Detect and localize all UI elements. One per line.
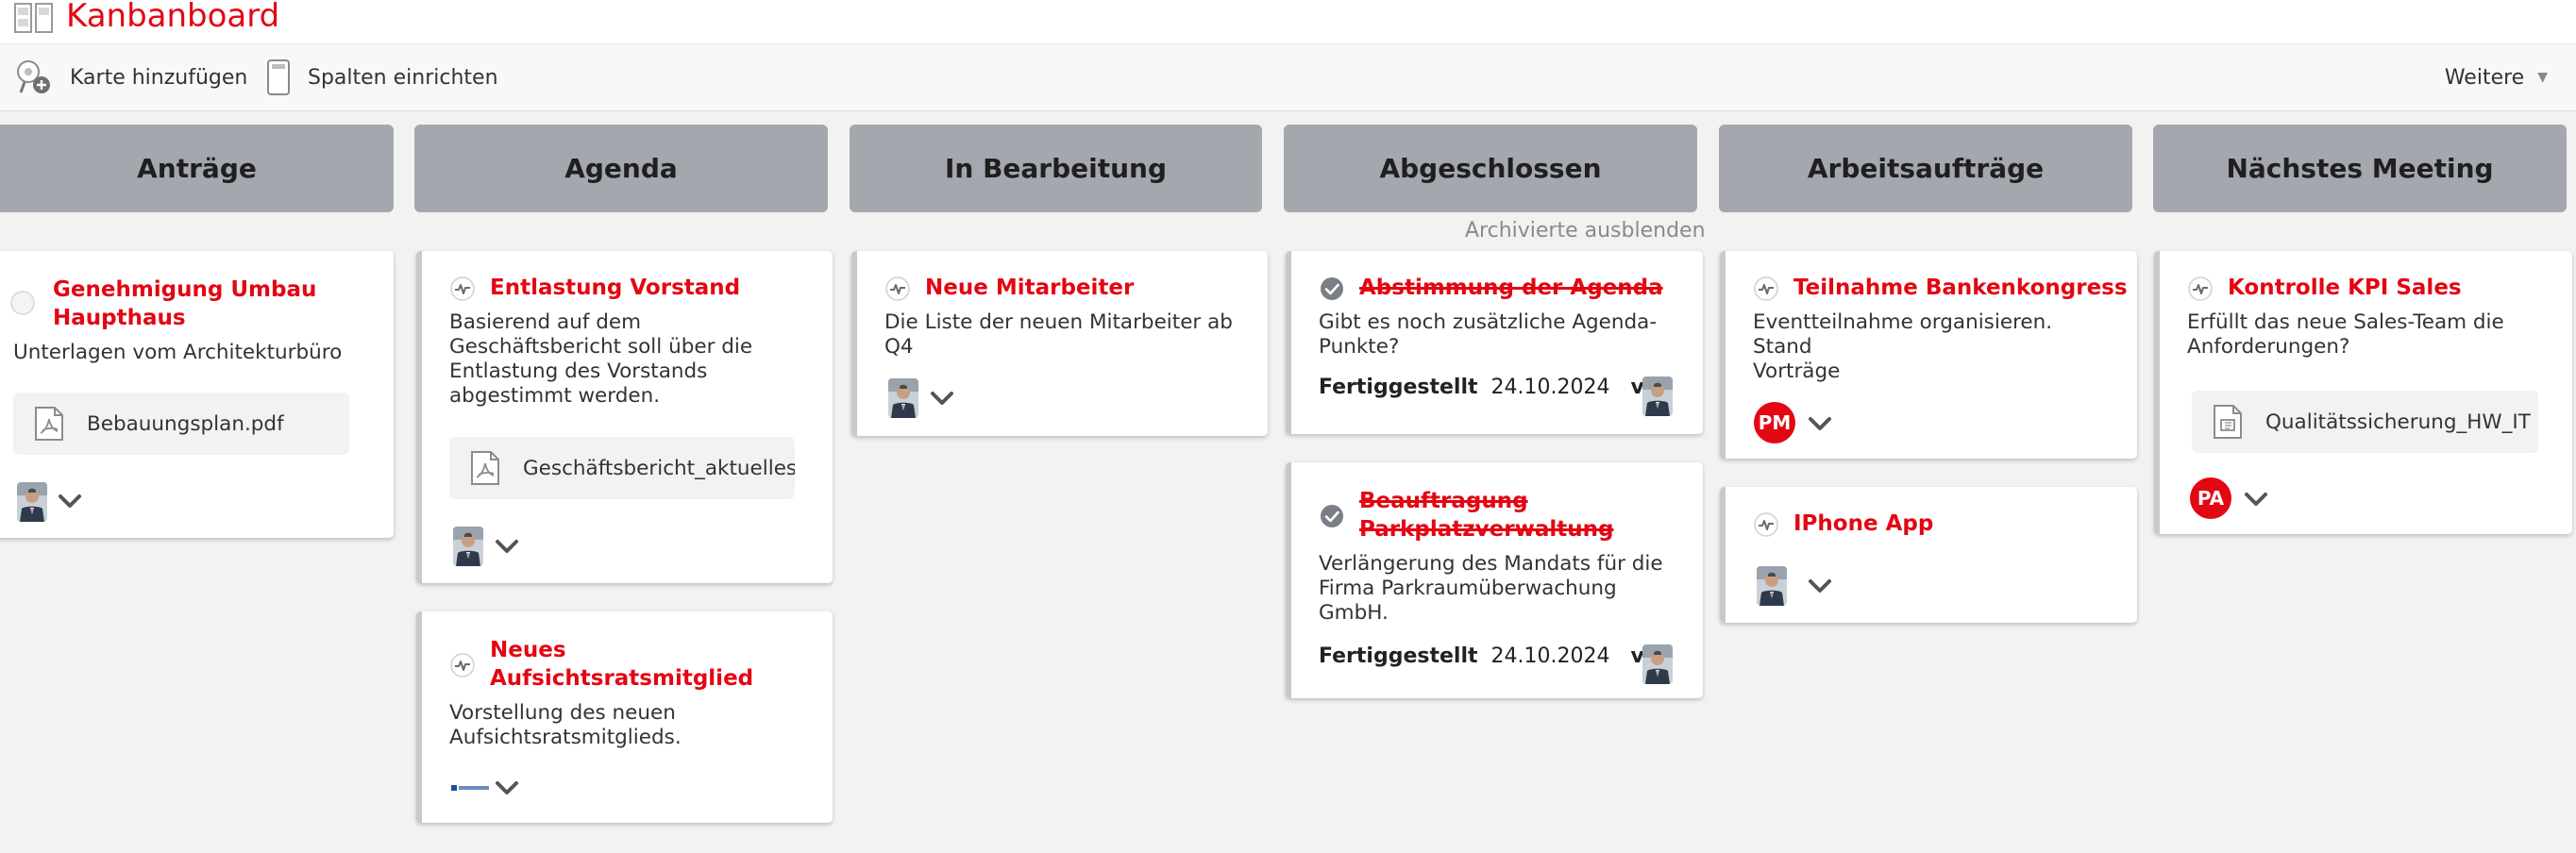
card-neue-mitarbeiter[interactable]: Neue Mitarbeiter Die Liste der neuen Mit… (851, 251, 1268, 436)
status-in-progress-icon (1754, 276, 1778, 301)
chevron-down-icon[interactable] (2243, 490, 2269, 509)
completed-label: Fertiggestellt (1319, 644, 1478, 668)
toolbar: Karte hinzufügen Spalten einrichten Weit… (0, 44, 2576, 111)
card-description: Basierend auf dem Geschäftsbericht soll ü… (449, 310, 753, 408)
attachment-name: Geschäftsbericht_aktuelles_Jahr.pdf (523, 456, 795, 480)
status-in-progress-icon (450, 653, 475, 677)
chevron-down-icon[interactable] (57, 492, 83, 510)
card-description: Vorstellung des neuen Aufsichtsratsmitgli… (449, 701, 682, 749)
card-description: Verlängerung des Mandats für die Firma Pa… (1319, 552, 1663, 625)
card-title[interactable]: Beauftragung Parkplatzverwaltung (1359, 487, 1613, 544)
completed-label: Fertiggestellt (1319, 376, 1478, 399)
avatar[interactable] (1642, 644, 1673, 684)
completed-date: 24.10.2024 (1490, 644, 1610, 668)
card-description: Gibt es noch zusätzliche Agenda- Punkte? (1319, 310, 1658, 359)
assignee-avatar[interactable]: PA (2190, 477, 2231, 519)
columns-icon (267, 59, 290, 95)
card-description: Erfüllt das neue Sales-Team die Anforderu… (2187, 310, 2504, 359)
avatar[interactable] (1757, 566, 1787, 606)
card-genehmigung-umbau[interactable]: Genehmigung Umbau Haupthaus Unterlagen vo… (0, 251, 394, 538)
completed-date: 24.10.2024 (1490, 376, 1610, 399)
add-card-button[interactable]: Karte hinzufügen (15, 44, 247, 110)
card-teilnahme-bankenkongress[interactable]: Teilnahme Bankenkongress Eventteilnahme … (1720, 251, 2137, 459)
avatar[interactable] (17, 482, 47, 522)
card-description: Die Liste der neuen Mitarbeiter ab Q4 (884, 310, 1233, 359)
attachment[interactable]: Qualitätssicherung_HW_IT (2192, 391, 2538, 453)
column-header-agenda[interactable]: Agenda (414, 125, 828, 212)
status-in-progress-icon (885, 276, 910, 301)
card-iphone-app[interactable]: IPhone App (1720, 487, 2137, 623)
add-card-label: Karte hinzufügen (70, 65, 248, 90)
hide-archived-toggle[interactable]: Archivierte ausblenden (1465, 219, 1706, 243)
status-open-icon (10, 291, 35, 315)
add-card-icon (17, 60, 50, 93)
card-title[interactable]: Genehmigung Umbau Haupthaus (53, 276, 316, 332)
chevron-down-icon[interactable] (1807, 577, 1833, 595)
column-header-in-bearbeitung[interactable]: In Bearbeitung (850, 125, 1262, 212)
chevron-down-icon[interactable] (1807, 414, 1833, 433)
card-description: Unterlagen vom Architekturbüro (13, 341, 343, 364)
status-in-progress-icon (1754, 512, 1778, 537)
attachment[interactable]: Bebauungsplan.pdf (13, 393, 349, 455)
column-header-antraege[interactable]: Anträge (0, 125, 394, 212)
page-title: Kanbanboard (66, 0, 280, 35)
caret-down-icon: ▼ (2537, 70, 2548, 85)
status-done-icon (1320, 276, 1344, 301)
company-logo-avatar[interactable] (451, 784, 489, 792)
setup-columns-button[interactable]: Spalten einrichten (266, 44, 498, 110)
column-header-naechstes-meeting[interactable]: Nächstes Meeting (2153, 125, 2567, 212)
chevron-down-icon[interactable] (494, 778, 520, 797)
attachment-name: Qualitätssicherung_HW_IT (2265, 410, 2531, 434)
pdf-icon (34, 406, 64, 442)
avatar[interactable] (1642, 376, 1673, 416)
card-title[interactable]: Neues Aufsichtsratsmitglied (490, 636, 753, 693)
avatar[interactable] (453, 527, 483, 566)
avatar[interactable] (888, 378, 918, 418)
attachment[interactable]: Geschäftsbericht_aktuelles_Jahr.pdf (449, 437, 795, 499)
completion-info: Fertiggestellt 24.10.2024 von (1319, 644, 1687, 668)
chevron-down-icon[interactable] (494, 537, 520, 556)
card-title[interactable]: Neue Mitarbeiter (925, 274, 1134, 302)
status-in-progress-icon (2188, 276, 2213, 301)
card-neues-aufsichtsratsmitglied[interactable]: Neues Aufsichtsratsmitglied Vorstellung d… (416, 611, 833, 823)
column-header-arbeitsauftraege[interactable]: Arbeitsaufträge (1719, 125, 2132, 212)
pdf-icon (470, 450, 500, 486)
card-description: Eventteilnahme organisieren. Stand Vorträg… (1753, 310, 2053, 383)
attachment-name: Bebauungsplan.pdf (87, 411, 284, 436)
status-done-icon (1320, 504, 1344, 528)
file-icon (2213, 404, 2243, 440)
card-beauftragung-parkplatz[interactable]: Beauftragung Parkplatzverwaltung Verlänge… (1286, 462, 1703, 698)
card-title[interactable]: IPhone App (1793, 510, 1933, 538)
setup-columns-label: Spalten einrichten (308, 65, 498, 90)
card-entlastung-vorstand[interactable]: Entlastung Vorstand Basierend auf dem Ges… (416, 251, 833, 583)
card-title[interactable]: Abstimmung der Agenda (1359, 274, 1663, 302)
card-title[interactable]: Teilnahme Bankenkongress (1793, 274, 2128, 302)
more-menu[interactable]: Weitere ▼ (2445, 44, 2548, 110)
card-abstimmung-agenda[interactable]: Abstimmung der Agenda Gibt es noch zusät… (1286, 251, 1703, 434)
title-bar: Kanbanboard (0, 0, 2576, 44)
status-in-progress-icon (450, 276, 475, 301)
card-kontrolle-kpi-sales[interactable]: Kontrolle KPI Sales Erfüllt das neue Sal… (2154, 251, 2572, 534)
more-label: Weitere (2444, 65, 2525, 90)
completion-info: Fertiggestellt 24.10.2024 von (1319, 376, 1687, 399)
card-title[interactable]: Entlastung Vorstand (490, 274, 740, 302)
board-icon (14, 3, 53, 33)
assignee-avatar[interactable]: PM (1754, 402, 1795, 443)
chevron-down-icon[interactable] (929, 389, 955, 408)
column-header-abgeschlossen[interactable]: Abgeschlossen (1284, 125, 1697, 212)
card-title[interactable]: Kontrolle KPI Sales (2228, 274, 2462, 302)
